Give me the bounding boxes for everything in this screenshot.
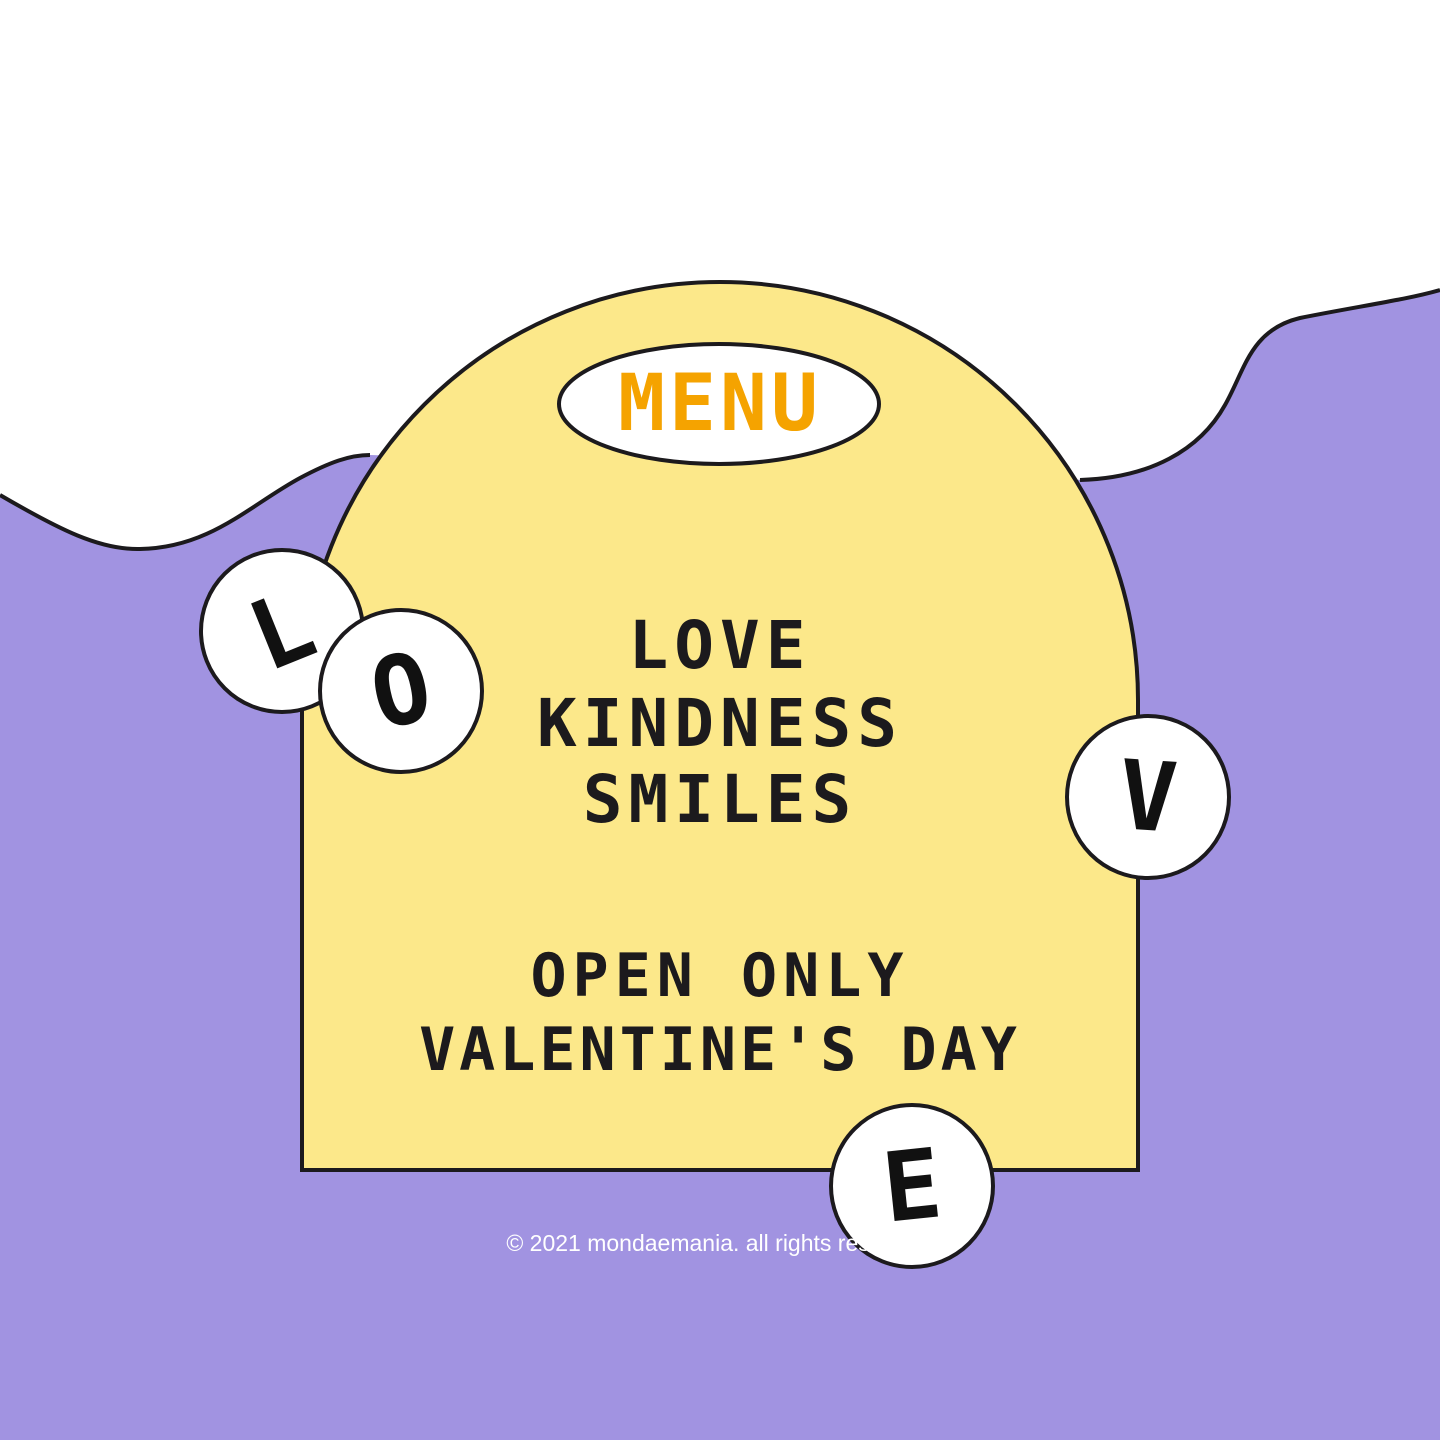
copyright-footer: © 2021 mondaemania. all rights reserved.: [506, 1230, 934, 1256]
menu-title: MENU: [618, 359, 822, 449]
notice-line-2: VALENTINE'S DAY: [419, 1015, 1021, 1085]
bubble-letter-o: O: [361, 630, 441, 752]
poster: MENU LOVE KINDNESS SMILES OPEN ONLY VALE…: [0, 0, 1440, 1440]
notice-line-1: OPEN ONLY: [530, 941, 910, 1011]
bubble-letter-v: V: [1115, 739, 1181, 855]
